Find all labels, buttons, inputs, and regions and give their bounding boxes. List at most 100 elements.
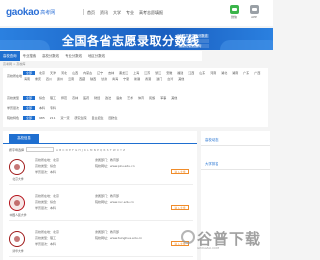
tab-region-score[interactable]: 地区分数线	[85, 51, 108, 61]
filter-option[interactable]: 山东	[198, 71, 206, 75]
filter-option[interactable]: 澳门	[155, 77, 163, 81]
school-info-right: 隶属部门：教育部 院校网址：www.tsinghua.edu.cn	[95, 229, 142, 241]
filter-level: 学历层次 全部 本科 专科	[7, 106, 263, 110]
tab-school-query[interactable]: 高校查询	[0, 51, 20, 61]
filter-option[interactable]: 广西	[253, 71, 261, 75]
filter-option[interactable]: 双一流	[59, 116, 70, 120]
filter-option[interactable]: 综合	[38, 96, 46, 100]
filter-option[interactable]: 贵州	[56, 77, 64, 81]
nav-divider	[83, 9, 84, 15]
sidebar-title-news[interactable]: 高校动态	[205, 137, 219, 142]
filter-option[interactable]: 辽宁	[96, 71, 104, 75]
filter-option[interactable]: 湖南	[231, 71, 239, 75]
filter-option[interactable]: 宁夏	[122, 77, 130, 81]
school-site[interactable]: 院校网址：www.ruc.edu.cn	[95, 199, 134, 205]
filter-option[interactable]: 专科	[49, 106, 57, 110]
filter-option[interactable]: 广东	[242, 71, 250, 75]
filter-option[interactable]: 天津	[49, 71, 57, 75]
filter-option[interactable]: 江苏	[143, 71, 151, 75]
filter-option[interactable]: 财经	[93, 96, 101, 100]
filter-option[interactable]: 国防生	[108, 116, 119, 120]
school-name[interactable]: 中国人民大学	[7, 213, 29, 217]
school-level: 学历层次：本科	[35, 206, 57, 210]
school-panel-title[interactable]: 高校信息	[9, 134, 39, 143]
nav-apply[interactable]: 高考志愿填报	[139, 10, 163, 16]
school-card[interactable]: 北京大学 高校所在地：北京 高校类型：综合 学历层次：本科 隶属部门：教育部 院…	[9, 153, 193, 185]
index-input[interactable]	[26, 147, 55, 152]
filter-option[interactable]: 全部	[23, 96, 36, 100]
filter-option[interactable]: 北京	[38, 71, 46, 75]
filter-option[interactable]: 理工	[49, 96, 57, 100]
filter-option[interactable]: 陕西	[89, 77, 97, 81]
filter-option[interactable]: 军事	[159, 96, 167, 100]
filter-option[interactable]: 山西	[71, 71, 79, 75]
school-card[interactable]: 清华大学 高校所在地：北京 高校类型：理工 学历层次：本科 隶属部门：教育部 院…	[9, 225, 193, 257]
filter-option[interactable]: 安徽	[165, 71, 173, 75]
enter-school-button[interactable]: 进入大学	[171, 169, 189, 174]
nav-news[interactable]: 资讯	[100, 10, 108, 16]
filter-option[interactable]: 甘肃	[100, 77, 108, 81]
school-name[interactable]: 清华大学	[7, 249, 29, 253]
filter-option[interactable]: 艺术	[126, 96, 134, 100]
filter-option[interactable]: 其他	[170, 96, 178, 100]
nav-home[interactable]: 首页	[87, 10, 95, 16]
filter-option[interactable]: 重庆	[34, 77, 42, 81]
filter-option[interactable]: 医药	[82, 96, 90, 100]
tab-major-search[interactable]: 专业搜索	[20, 51, 40, 61]
filter-option[interactable]: 香港	[144, 77, 152, 81]
school-card[interactable]: 中国人民大学 高校所在地：北京 高校类型：综合 学历层次：本科 隶属部门：教育部…	[9, 189, 193, 221]
school-name[interactable]: 北京大学	[7, 177, 29, 181]
school-site[interactable]: 院校网址：www.tsinghua.edu.cn	[95, 235, 142, 241]
filter-option[interactable]: 四川	[45, 77, 53, 81]
school-site[interactable]: 院校网址：www.pku.edu.cn	[95, 163, 135, 169]
filter-option[interactable]: 福建	[176, 71, 184, 75]
filter-option[interactable]: 政法	[104, 96, 112, 100]
filter-option[interactable]: 上海	[132, 71, 140, 75]
main-nav: 首页 资讯 大学 专业 高考志愿填报	[87, 10, 163, 16]
filter-option[interactable]: 河北	[60, 71, 68, 75]
filter-option[interactable]: 民族	[148, 96, 156, 100]
banner[interactable]: 全国各省志愿录取分数线 全国高校录取分数线 名校分数线 最新分数线查询	[0, 28, 273, 50]
nav-university[interactable]: 大学	[113, 10, 121, 16]
filter-option[interactable]: 吉林	[107, 71, 115, 75]
filter-option[interactable]: 河南	[209, 71, 217, 75]
filter-option[interactable]: 其他	[177, 77, 185, 81]
enter-school-button[interactable]: 进入大学	[171, 205, 189, 210]
filter-option[interactable]: 全部	[23, 71, 36, 75]
filter-option[interactable]: 211	[49, 116, 57, 120]
sidebar-title-rank[interactable]: 大学排名	[205, 161, 219, 166]
filter-option[interactable]: 本科	[38, 106, 46, 110]
filter-option[interactable]: 师范	[60, 96, 68, 100]
filter-option[interactable]: 985	[38, 116, 46, 120]
filter-option[interactable]: 全部	[23, 106, 36, 110]
filter-option[interactable]: 语言	[115, 96, 123, 100]
filter-option[interactable]: 台湾	[166, 77, 174, 81]
filter-option[interactable]: 新疆	[133, 77, 141, 81]
filter-option[interactable]: 黑龙江	[118, 71, 129, 75]
filter-option[interactable]: 自主招生	[91, 116, 105, 120]
tab-school-score[interactable]: 高校分数线	[39, 51, 62, 61]
filter-option[interactable]: 浙江	[154, 71, 162, 75]
filter-option[interactable]: 体育	[137, 96, 145, 100]
nav-major[interactable]: 专业	[126, 10, 134, 16]
filter-option[interactable]: 海南	[23, 77, 31, 81]
filter-option[interactable]: 全部	[23, 116, 36, 120]
filter-option[interactable]: 湖北	[220, 71, 228, 75]
wechat-button[interactable]: 微信	[227, 5, 241, 19]
school-list-panel: 高校信息 按字母选择 A B C D E F G H J K L M N P Q…	[3, 131, 197, 260]
index-label: 按字母选择	[9, 147, 25, 152]
filter-option[interactable]: 农林	[71, 96, 79, 100]
tab-major-score[interactable]: 专业分数线	[62, 51, 85, 61]
school-info-left: 高校所在地：北京 高校类型：综合 学历层次：本科	[35, 193, 59, 211]
filter-option[interactable]: 内蒙古	[82, 71, 93, 75]
filter-option[interactable]: 青海	[111, 77, 119, 81]
filter-option[interactable]: 云南	[67, 77, 75, 81]
filter-option[interactable]: 研究生院	[74, 116, 88, 120]
filter-option[interactable]: 西藏	[78, 77, 86, 81]
filter-option[interactable]: 江西	[187, 71, 195, 75]
filter-options: 全部 本科 专科	[23, 106, 263, 110]
site-logo[interactable]: gaokao 高考网	[6, 6, 55, 18]
watermark-sub: GPXIAZAI.COM	[197, 246, 220, 250]
letter-links[interactable]: A B C D E F G H J K L M N P Q R S T W X …	[56, 148, 125, 152]
app-button[interactable]: APP	[247, 5, 261, 19]
